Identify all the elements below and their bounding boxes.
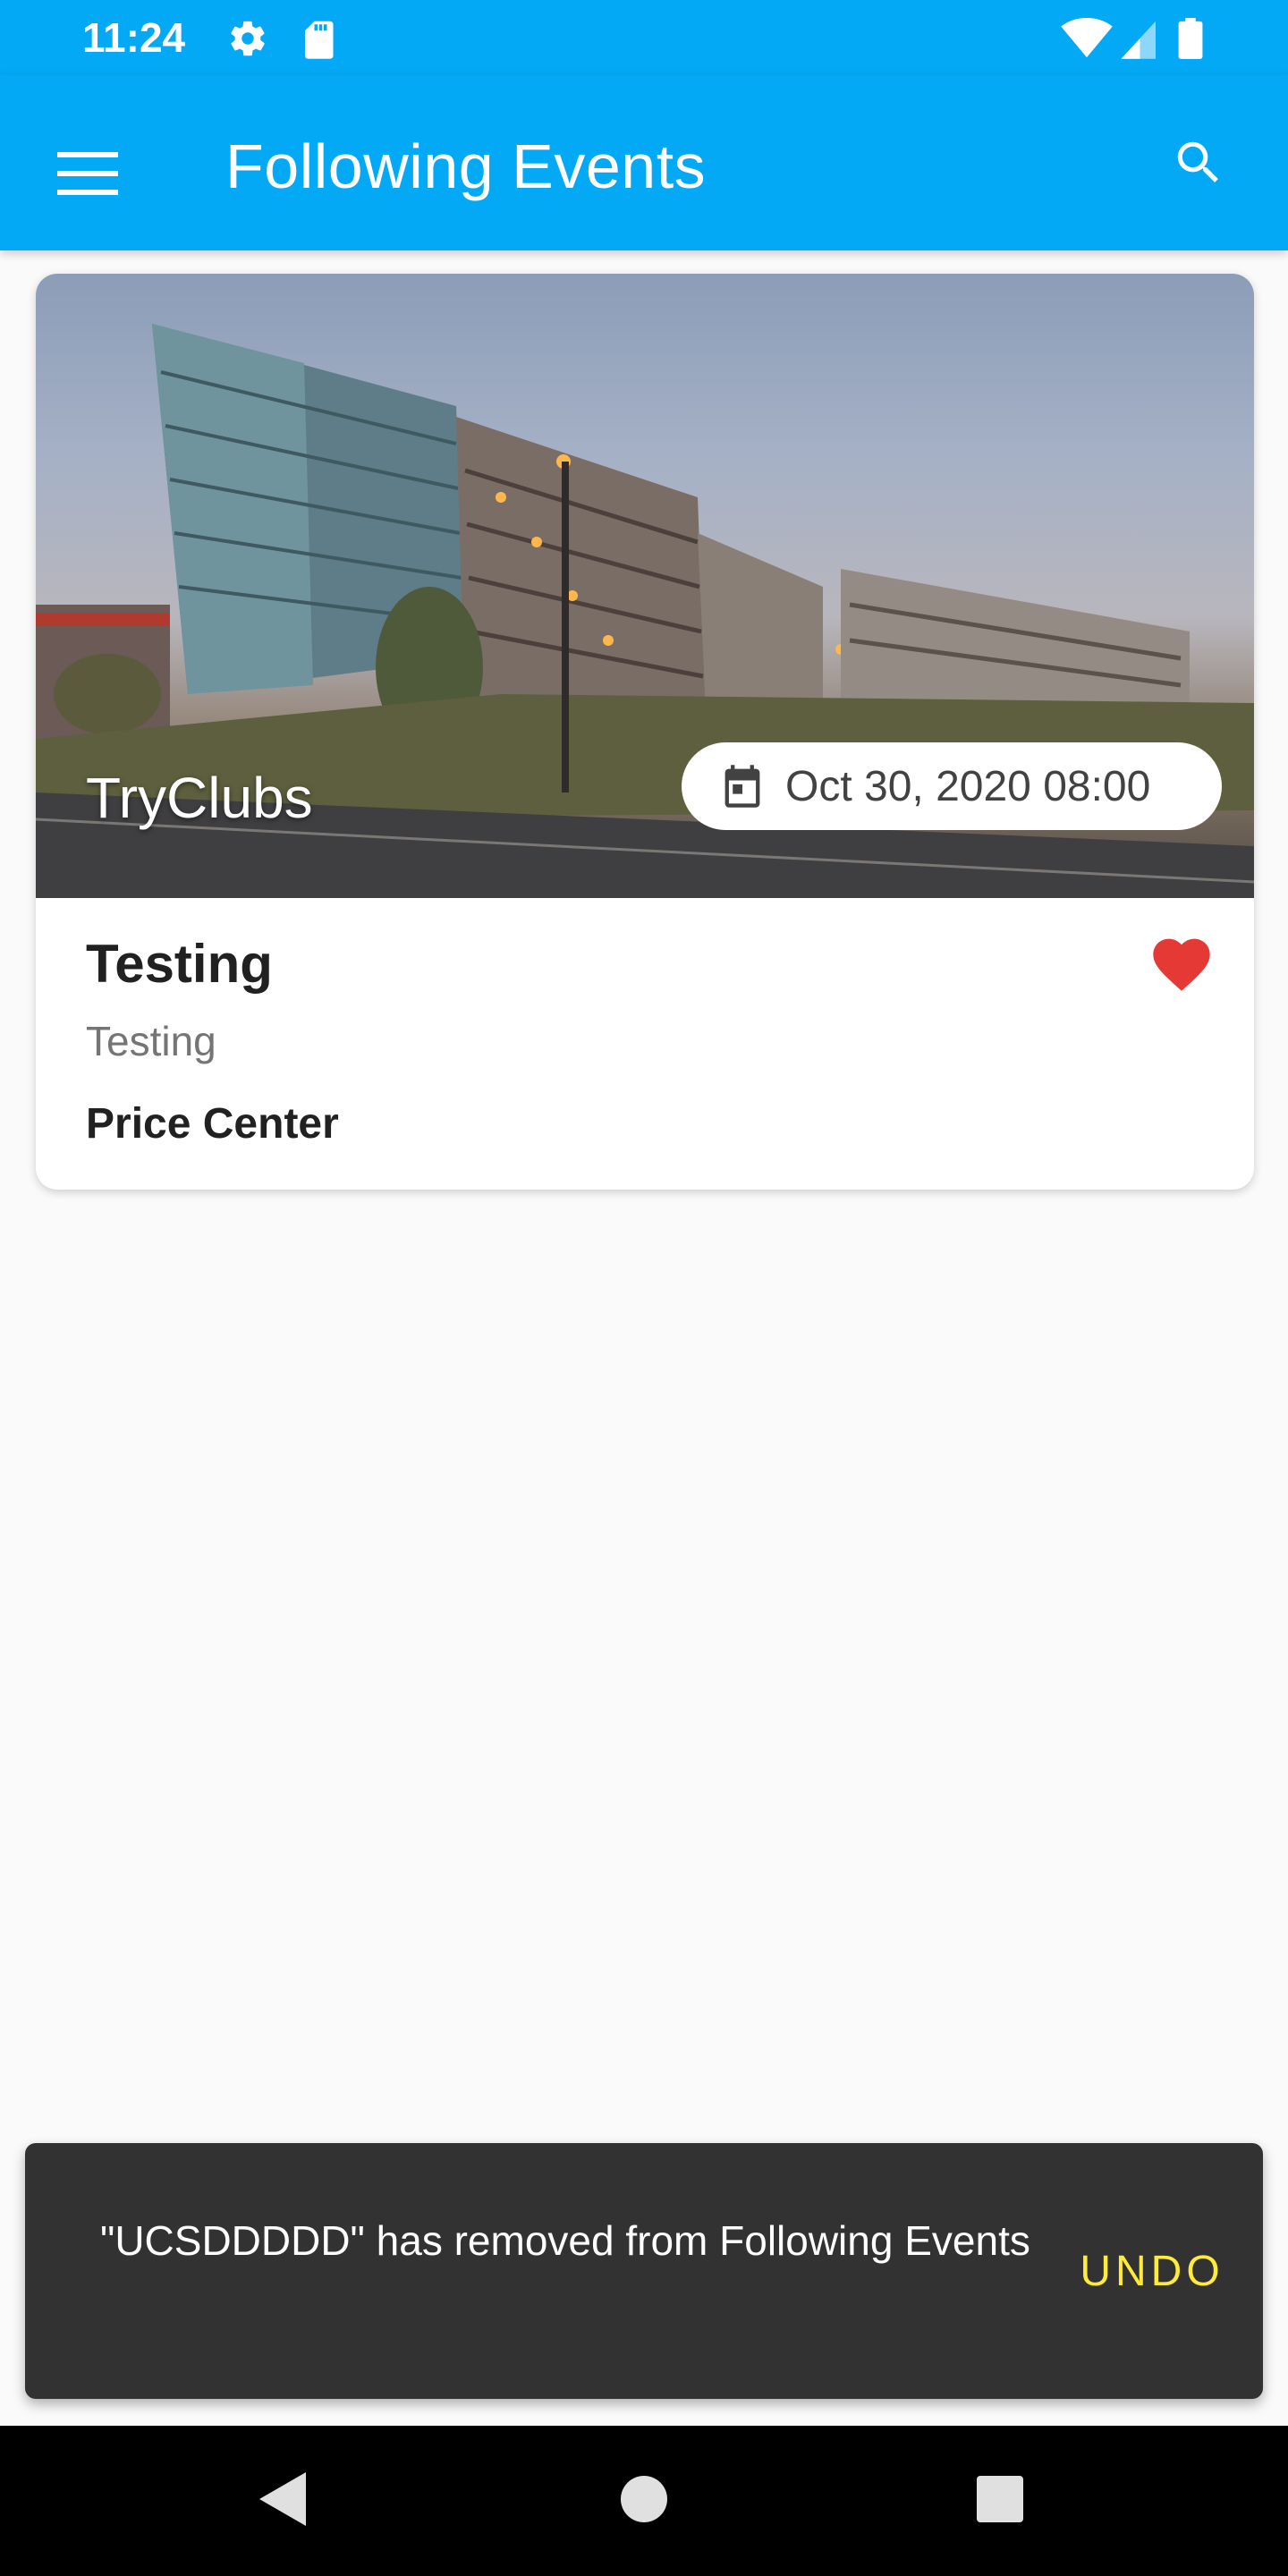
signal-icon [1118, 18, 1156, 64]
menu-icon [57, 151, 118, 199]
favorite-button[interactable] [1132, 914, 1231, 1013]
navigation-bar [0, 2426, 1288, 2576]
settings-icon [227, 18, 268, 64]
event-title: Testing [86, 934, 273, 994]
status-bar: 11:24 [0, 0, 1288, 75]
calendar-icon [719, 761, 766, 811]
back-icon [259, 2471, 309, 2530]
app-bar: Following Events [0, 75, 1288, 250]
club-name: TryClubs [86, 766, 313, 830]
menu-button[interactable] [43, 131, 132, 220]
home-button[interactable] [599, 2456, 689, 2546]
heart-icon [1148, 930, 1216, 997]
event-location: Price Center [86, 1100, 339, 1148]
wifi-icon [1061, 18, 1113, 64]
battery-icon [1177, 18, 1204, 64]
search-button[interactable] [1154, 120, 1243, 209]
date-chip: Oct 30, 2020 08:00 [682, 742, 1222, 830]
snackbar: "UCSDDDDD" has removed from Following Ev… [25, 2143, 1263, 2399]
event-date: Oct 30, 2020 08:00 [785, 762, 1151, 810]
page-title: Following Events [225, 131, 707, 201]
recents-button[interactable] [955, 2456, 1045, 2546]
status-time: 11:24 [82, 14, 186, 61]
sd-card-icon [299, 18, 336, 64]
event-card[interactable]: TryClubs Oct 30, 2020 08:00 Testing Test… [36, 274, 1254, 1190]
search-icon [1171, 135, 1226, 195]
back-button[interactable] [240, 2456, 329, 2546]
event-description: Testing [86, 1018, 216, 1064]
recents-icon [977, 2475, 1023, 2527]
home-icon [621, 2475, 667, 2527]
snackbar-message: "UCSDDDDD" has removed from Following Ev… [100, 2217, 1030, 2264]
undo-button[interactable]: UNDO [1063, 2236, 1241, 2308]
